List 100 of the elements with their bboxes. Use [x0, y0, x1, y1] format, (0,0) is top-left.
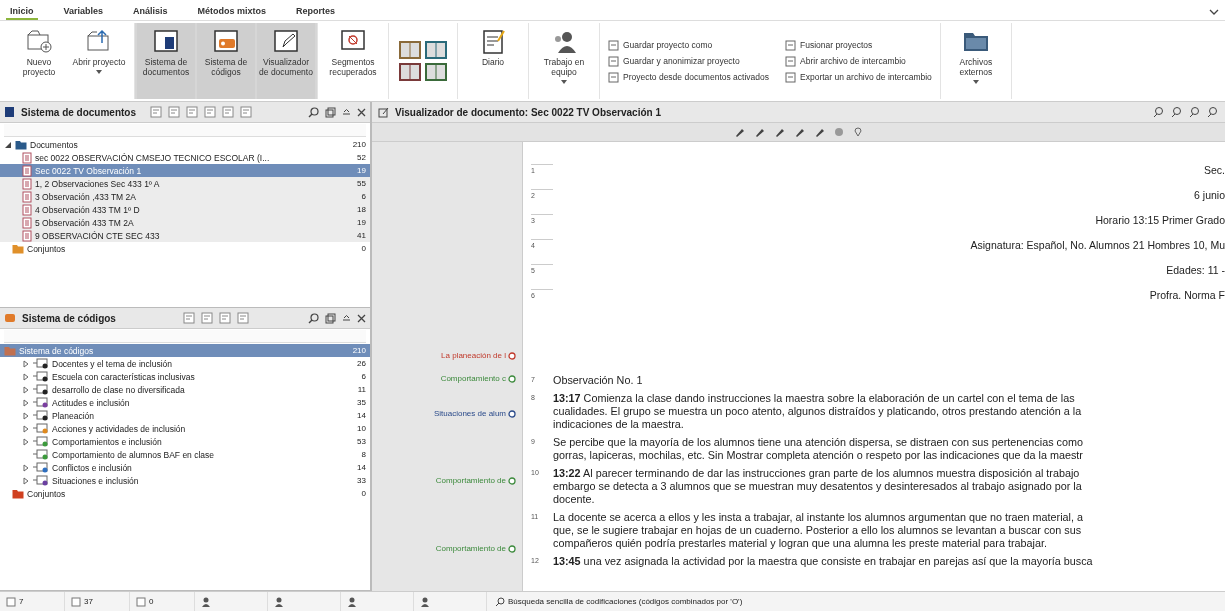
close-icon[interactable]	[357, 107, 366, 117]
minimize-icon[interactable]	[342, 313, 351, 323]
user-icon	[274, 596, 284, 607]
tree-row[interactable]: Conjuntos 0	[0, 242, 370, 255]
code-name: Planeación	[52, 410, 95, 421]
ribbon-tab[interactable]: Reportes	[292, 4, 340, 20]
ribbon-button[interactable]: Diario	[464, 23, 522, 99]
code-item[interactable]: Comportamientos e inclusión 53	[0, 435, 370, 448]
minimize-icon[interactable]	[342, 107, 351, 117]
chevron-down-icon[interactable]	[1209, 8, 1219, 16]
document-name: 5 Observación 433 TM 2A	[35, 217, 134, 228]
code-item[interactable]: Actitudes e inclusión 35	[0, 396, 370, 409]
expand-arrow-icon[interactable]	[22, 411, 30, 420]
item-count: 10	[357, 424, 366, 433]
pin-icon[interactable]	[853, 127, 863, 137]
ribbon-button[interactable]: Abrir archivo de intercambio	[785, 55, 932, 67]
expand-arrow-icon[interactable]	[22, 424, 30, 433]
status-count: 37	[84, 597, 93, 606]
ribbon-button[interactable]: Guardar proyecto como	[608, 39, 769, 51]
ribbon-button[interactable]: Exportar un archivo de intercambio	[785, 71, 932, 83]
tree-row[interactable]: Documentos 210	[0, 138, 370, 151]
panel-title: Sistema de códigos	[22, 312, 116, 324]
code-item[interactable]: Conflictos e inclusión 14	[0, 461, 370, 474]
window-icon[interactable]	[325, 106, 336, 118]
document-text: Horario 13:15 Primer Grado	[1094, 214, 1225, 226]
code-item[interactable]: desarrollo de clase no diversificada 11	[0, 383, 370, 396]
document-text: 6 junio	[1193, 189, 1225, 201]
expand-arrow-icon[interactable]	[22, 463, 30, 472]
document-name: Sec 0022 TV Observación 1	[35, 165, 142, 176]
code-item[interactable]: Comportamiento de alumnos BAF en clase 8	[0, 448, 370, 461]
pencil-icon[interactable]	[734, 126, 745, 138]
document-name: 3 Observación ,433 TM 2A	[35, 191, 136, 202]
expand-arrow-icon[interactable]	[22, 476, 30, 485]
search-icon[interactable]	[308, 106, 319, 118]
item-count: 6	[361, 192, 366, 201]
pencil-icon[interactable]	[754, 126, 765, 138]
ribbon-tab[interactable]: Variables	[59, 4, 108, 20]
document-item[interactable]: sec 0022 OBSERVACIÓN CMSEJO TECNICO ESCOLAR (I... 52	[0, 151, 370, 164]
toolbar-icon[interactable]	[1207, 106, 1219, 118]
window-icon[interactable]	[325, 312, 336, 324]
search-icon[interactable]	[308, 312, 319, 324]
expand-arrow-icon[interactable]	[22, 437, 30, 446]
collapse-arrow-icon[interactable]	[4, 140, 12, 149]
layout-grid-icon[interactable]	[425, 63, 447, 81]
item-count: 26	[357, 359, 366, 368]
pencil-icon[interactable]	[814, 126, 825, 138]
item-count: 8	[361, 450, 366, 459]
code-item[interactable]: Docentes y el tema de inclusión 26	[0, 357, 370, 370]
ribbon-button[interactable]: Visualizador de documento	[257, 23, 315, 99]
item-count: 41	[357, 231, 366, 240]
layout-grid-icon[interactable]	[399, 63, 421, 81]
ribbon-button[interactable]: Sistema de códigos	[197, 23, 255, 99]
folder-icon	[4, 345, 16, 356]
code-item[interactable]: Acciones y actividades de inclusión 10	[0, 422, 370, 435]
ribbon-button[interactable]: Sistema de documentos	[137, 23, 195, 99]
expand-arrow-icon[interactable]	[22, 359, 30, 368]
toolbar-icon[interactable]	[1171, 106, 1183, 118]
item-count: 19	[357, 166, 366, 175]
item-count: 53	[357, 437, 366, 446]
code-item[interactable]: Escuela con características inclusivas 6	[0, 370, 370, 383]
document-text: 13:22 Al parecer terminando de dar las instrucciones gran parte de los alumnos muestra disposición al trabajo	[553, 467, 1081, 480]
close-icon[interactable]	[357, 313, 366, 323]
item-count: 210	[352, 140, 366, 149]
expand-arrow-icon[interactable]	[22, 398, 30, 407]
pencil-icon[interactable]	[794, 126, 805, 138]
tree-row[interactable]: Conjuntos 0	[0, 487, 370, 500]
ribbon-button[interactable]: Nuevo proyecto	[10, 23, 68, 99]
folder-plus-icon	[24, 27, 54, 55]
code-item[interactable]: Situaciones e inclusión 33	[0, 474, 370, 487]
document-item[interactable]: 4 Observación 433 TM 1º D 18	[0, 203, 370, 216]
pencil-icon[interactable]	[774, 126, 785, 138]
document-text: Observación No. 1	[553, 374, 643, 387]
document-item[interactable]: 1, 2 Observaciones Sec 433 1º A 55	[0, 177, 370, 190]
expand-arrow-icon[interactable]	[22, 385, 30, 394]
layout-grid-icon[interactable]	[425, 41, 447, 59]
document-window-icon	[151, 27, 181, 55]
code-label: Situaciones de alum	[433, 409, 506, 418]
ribbon-tab[interactable]: Métodos mixtos	[193, 4, 271, 20]
ribbon-button[interactable]: Segmentos recuperados	[324, 23, 382, 99]
document-item[interactable]: 9 OBSERVACIÓN CTE SEC 433 41	[0, 229, 370, 242]
ribbon-button[interactable]: Proyecto desde documentos activados	[608, 71, 769, 83]
code-name: desarrollo de clase no diversificada	[52, 384, 185, 395]
ribbon-button[interactable]: Fusionar proyectos	[785, 39, 932, 51]
code-item[interactable]: Planeación 14	[0, 409, 370, 422]
document-text: Edades: 11 -	[1165, 264, 1225, 276]
expand-arrow-icon[interactable]	[22, 372, 30, 381]
layout-grid-icon[interactable]	[399, 41, 421, 59]
ribbon-button[interactable]: Archivos externos	[946, 23, 1005, 99]
code-name: Comportamiento de alumnos BAF en clase	[52, 449, 215, 460]
ribbon-tab[interactable]: Análisis	[129, 4, 172, 20]
toolbar-icon[interactable]	[1153, 106, 1165, 118]
document-item[interactable]: 3 Observación ,433 TM 2A 6	[0, 190, 370, 203]
item-count: 19	[357, 218, 366, 227]
document-text: gorras, lapiceras, mochilas, etc. Sin Mostrar completa atención o respeto por las indicaciones que da la maestr	[553, 449, 1083, 462]
document-text: indicaciones de la maestra.	[553, 418, 685, 431]
document-item[interactable]: 5 Observación 433 TM 2A 19	[0, 216, 370, 229]
ribbon-button[interactable]: Trabajo en equipo	[535, 23, 593, 99]
toolbar-icon[interactable]	[1189, 106, 1201, 118]
ribbon-button[interactable]: Guardar y anonimizar proyecto	[608, 55, 769, 67]
ribbon-button[interactable]: Abrir proyecto	[70, 23, 128, 99]
